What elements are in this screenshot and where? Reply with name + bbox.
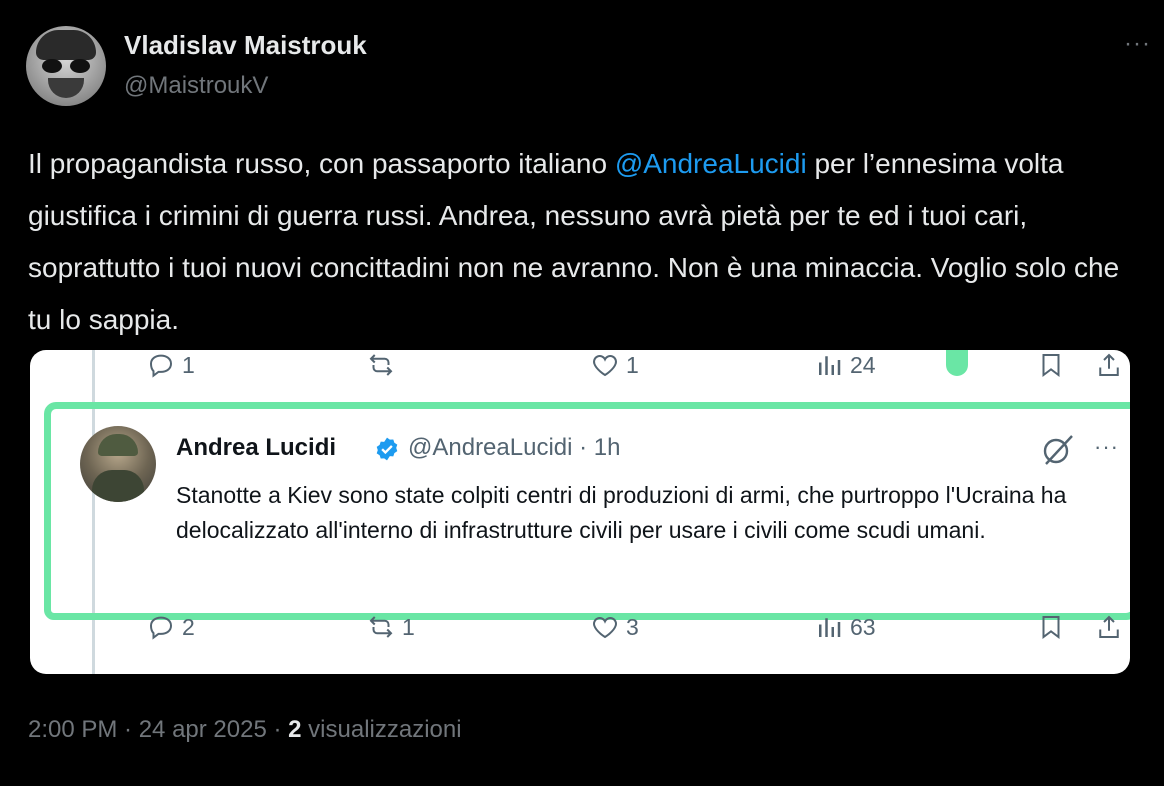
post-text-start: Il propagandista russo, con passaporto i… (28, 148, 615, 179)
bookmark-icon (1042, 616, 1060, 639)
author-name[interactable]: Vladislav Maistrouk (124, 30, 367, 61)
like-count: 3 (626, 613, 639, 640)
more-options-icon[interactable]: ··· (1124, 30, 1151, 58)
attached-screenshot[interactable]: 1 1 24 Andrea Lucidi @AndreaLucidi · 1h … (30, 350, 1130, 674)
repost-action-top (366, 350, 396, 380)
post-meta: 2:00 PM · 24 apr 2025 · 2 visualizzazion… (28, 716, 462, 744)
post-timestamp[interactable]: 2:00 PM · 24 apr 2025 · (28, 716, 288, 743)
bookmark-action-top (1036, 350, 1066, 380)
bookmark-icon (1042, 354, 1060, 377)
views-action: 63 (814, 612, 876, 642)
reply-count: 2 (182, 613, 195, 640)
heart-icon (593, 355, 617, 377)
like-action-top: 1 (590, 350, 639, 380)
mention-link[interactable]: @AndreaLucidi (615, 148, 807, 179)
author-handle[interactable]: @MaistroukV (124, 72, 268, 100)
author-avatar[interactable] (26, 26, 106, 106)
views-action-top: 24 (814, 350, 876, 380)
repost-action: 1 (366, 612, 415, 642)
reply-action: 2 (146, 612, 195, 642)
views-label: visualizzazioni (301, 716, 462, 743)
green-marker (946, 350, 968, 376)
views-count-top: 24 (850, 351, 876, 378)
views-total: 2 (288, 716, 302, 743)
views-count: 63 (850, 613, 876, 640)
green-highlight (44, 402, 1130, 620)
repost-icon (369, 616, 393, 638)
reply-icon (149, 616, 173, 640)
share-icon (1099, 353, 1119, 376)
reply-count-top: 1 (182, 351, 195, 378)
repost-count: 1 (402, 613, 415, 640)
heart-icon (593, 617, 617, 639)
share-action-top (1094, 350, 1124, 380)
views-icon (819, 356, 841, 375)
repost-icon (369, 354, 393, 376)
like-count-top: 1 (626, 351, 639, 378)
bookmark-action (1036, 612, 1066, 642)
post-text: Il propagandista russo, con passaporto i… (28, 138, 1148, 346)
like-action: 3 (590, 612, 639, 642)
views-icon (819, 618, 841, 637)
reply-action-top: 1 (146, 350, 195, 380)
reply-icon (149, 354, 173, 378)
share-action (1094, 612, 1124, 642)
share-icon (1099, 615, 1119, 638)
